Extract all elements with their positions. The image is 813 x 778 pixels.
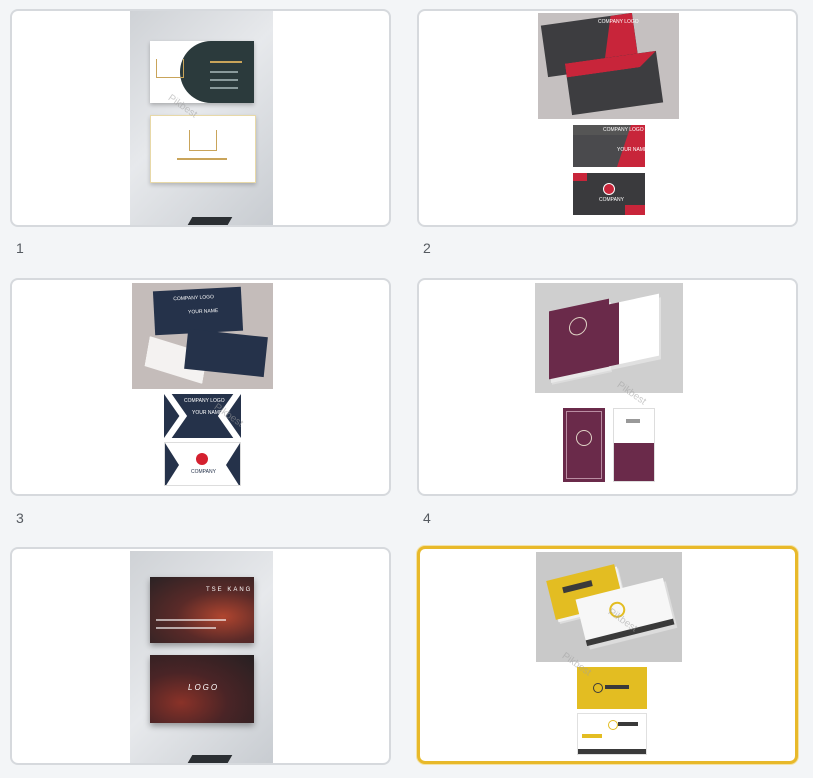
your-name-text: YOUR NAME bbox=[187, 307, 219, 316]
company-text: COMPANY bbox=[599, 197, 624, 203]
template-back-preview-4 bbox=[563, 408, 605, 482]
template-thumbnail-1: Pikbest bbox=[130, 11, 273, 225]
wreath-icon bbox=[576, 430, 592, 446]
logo-circle-icon bbox=[593, 683, 603, 693]
template-label-3: 3 bbox=[16, 510, 24, 526]
template-back-preview-6 bbox=[577, 667, 647, 709]
template-back-preview-2: COMPANY LOGO YOUR NAME bbox=[573, 125, 645, 167]
template-thumbnail-5: TSE KANG LOGO bbox=[130, 551, 273, 763]
template-card-1[interactable]: Pikbest bbox=[10, 9, 391, 227]
template-grid: Pikbest 1 COMPANY LOGO COMPANY LOGO YOUR… bbox=[0, 0, 813, 778]
template-label-4: 4 bbox=[423, 510, 431, 526]
logo-text: LOGO bbox=[188, 683, 220, 692]
template-front-preview-4 bbox=[613, 408, 655, 482]
template-label-2: 2 bbox=[423, 240, 431, 256]
template-card-6[interactable]: Pikbest Pikbest bbox=[417, 546, 798, 764]
company-logo-text: COMPANY LOGO bbox=[598, 19, 639, 25]
template-thumbnail-6 bbox=[536, 552, 682, 662]
template-front-preview-3: COMPANY bbox=[164, 442, 241, 486]
template-thumbnail-3: COMPANY LOGO YOUR NAME bbox=[132, 283, 273, 389]
logo-circle-icon bbox=[608, 720, 618, 730]
template-back-preview-3: COMPANY LOGO YOUR NAME bbox=[164, 394, 241, 438]
your-name-text: YOUR NAME bbox=[617, 147, 645, 153]
template-card-3[interactable]: COMPANY LOGO YOUR NAME COMPANY LOGO YOUR… bbox=[10, 278, 391, 496]
name-text: TSE KANG bbox=[206, 587, 253, 593]
company-text: COMPANY bbox=[191, 469, 216, 475]
template-thumbnail-2: COMPANY LOGO bbox=[538, 13, 679, 119]
template-front-preview-2: COMPANY bbox=[573, 173, 645, 215]
template-card-2[interactable]: COMPANY LOGO COMPANY LOGO YOUR NAME COMP… bbox=[417, 9, 798, 227]
wreath-icon bbox=[569, 315, 587, 338]
crown-icon bbox=[189, 130, 217, 151]
logo-circle-icon bbox=[603, 183, 615, 195]
company-logo-text: COMPANY LOGO bbox=[173, 294, 215, 303]
template-card-5[interactable]: TSE KANG LOGO bbox=[10, 547, 391, 765]
template-card-4[interactable]: Pikbest bbox=[417, 278, 798, 496]
company-logo-text: COMPANY LOGO bbox=[184, 398, 225, 404]
logo-circle-icon bbox=[607, 600, 627, 620]
template-front-preview-6 bbox=[577, 713, 647, 755]
company-logo-text: COMPANY LOGO bbox=[603, 127, 644, 133]
template-thumbnail-4 bbox=[535, 283, 683, 393]
crown-icon bbox=[156, 59, 184, 78]
your-name-text: YOUR NAME bbox=[192, 410, 223, 416]
logo-circle-icon bbox=[196, 453, 208, 465]
template-label-1: 1 bbox=[16, 240, 24, 256]
